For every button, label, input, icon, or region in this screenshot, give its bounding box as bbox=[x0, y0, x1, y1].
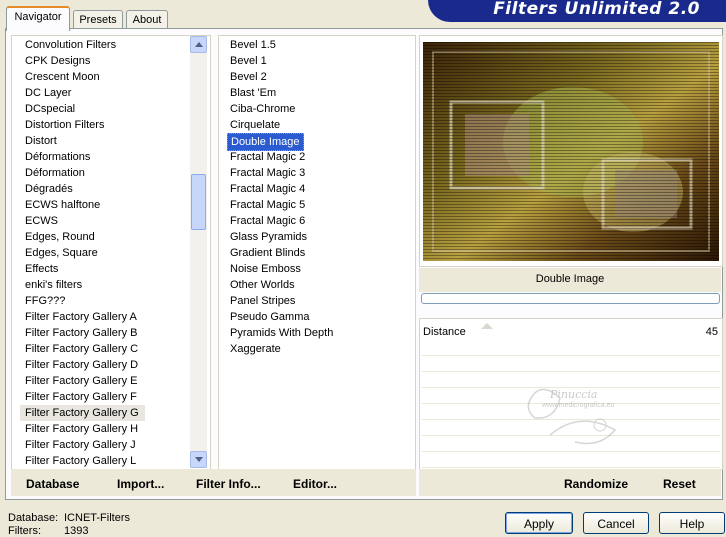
randomize-button[interactable]: Randomize bbox=[564, 477, 628, 491]
reset-button[interactable]: Reset bbox=[663, 477, 696, 491]
tab-navigator-label: Navigator bbox=[14, 11, 62, 23]
watermark-name: Pinuccia bbox=[550, 388, 598, 401]
app-title: Filters Unlimited 2.0 bbox=[493, 0, 700, 19]
apply-button[interactable]: Apply bbox=[505, 512, 573, 534]
category-item[interactable]: Filter Factory Gallery E bbox=[20, 373, 143, 389]
category-item[interactable]: Edges, Square bbox=[20, 245, 104, 261]
param-row-empty bbox=[422, 452, 720, 468]
param-distance-value: 45 bbox=[705, 326, 718, 338]
param-row-empty bbox=[422, 340, 720, 356]
filters-count-value: 1393 bbox=[64, 525, 89, 537]
preview-image bbox=[423, 42, 719, 261]
category-item[interactable]: Distortion Filters bbox=[20, 117, 110, 133]
reset-button-label: Reset bbox=[663, 477, 696, 491]
editor-button-label: Editor... bbox=[293, 477, 338, 491]
filter-item[interactable]: Blast 'Em bbox=[227, 85, 279, 101]
category-item[interactable]: Filter Factory Gallery G bbox=[20, 405, 145, 421]
preview-caption-bar: Double Image bbox=[419, 268, 721, 292]
filter-item[interactable]: Pyramids With Depth bbox=[227, 325, 336, 341]
filter-list[interactable]: Bevel 1.5 Bevel 1 Bevel 2 Blast 'Em Ciba-Chr… bbox=[218, 35, 416, 471]
filter-item[interactable]: Pseudo Gamma bbox=[227, 309, 312, 325]
database-button[interactable]: Database bbox=[26, 477, 79, 491]
category-item[interactable]: DCspecial bbox=[20, 101, 81, 117]
category-item[interactable]: Filter Factory Gallery C bbox=[20, 341, 144, 357]
filter-item[interactable]: Bevel 1 bbox=[227, 53, 270, 69]
category-item[interactable]: enki's filters bbox=[20, 277, 88, 293]
category-item[interactable]: Déformation bbox=[20, 165, 91, 181]
preview-filter-name: Double Image bbox=[535, 273, 605, 285]
preview-graphic bbox=[423, 42, 719, 261]
filter-item[interactable]: Fractal Magic 5 bbox=[227, 197, 308, 213]
category-item[interactable]: Effects bbox=[20, 261, 64, 277]
scroll-thumb[interactable] bbox=[191, 174, 206, 230]
watermark-url: www.medicrografica.eu bbox=[542, 402, 615, 409]
tab-about-label: About bbox=[132, 14, 162, 26]
scroll-down-button[interactable] bbox=[190, 451, 207, 468]
category-item[interactable]: FFG??? bbox=[20, 293, 71, 309]
filter-item[interactable]: Bevel 1.5 bbox=[227, 37, 279, 53]
category-item[interactable]: Distort bbox=[20, 133, 63, 149]
distance-slider-track[interactable] bbox=[481, 323, 694, 329]
tab-about[interactable]: About bbox=[126, 10, 168, 29]
param-distance-label: Distance bbox=[423, 326, 466, 338]
category-item[interactable]: ECWS bbox=[20, 213, 64, 229]
import-button-label: Import... bbox=[117, 477, 165, 491]
category-item[interactable]: Crescent Moon bbox=[20, 69, 106, 85]
tab-presets[interactable]: Presets bbox=[73, 10, 123, 29]
slider-pointer[interactable] bbox=[481, 323, 493, 329]
category-item[interactable]: Filter Factory Gallery J bbox=[20, 437, 142, 453]
filter-item[interactable]: Other Worlds bbox=[227, 277, 298, 293]
help-button[interactable]: Help bbox=[659, 512, 725, 534]
cancel-button[interactable]: Cancel bbox=[583, 512, 649, 534]
category-item[interactable]: Filter Factory Gallery D bbox=[20, 357, 144, 373]
category-item[interactable]: Dégradés bbox=[20, 181, 79, 197]
filters-count-label: Filters: bbox=[8, 525, 41, 537]
tab-presets-label: Presets bbox=[79, 14, 117, 26]
chevron-down-icon bbox=[195, 457, 203, 462]
filter-item[interactable]: Fractal Magic 2 bbox=[227, 149, 308, 165]
watermark-logo: Pinuccia www.medicrografica.eu bbox=[520, 380, 640, 450]
filter-item[interactable]: Gradient Blinds bbox=[227, 245, 308, 261]
category-item[interactable]: Edges, Round bbox=[20, 229, 101, 245]
import-button[interactable]: Import... bbox=[117, 477, 164, 491]
category-item[interactable]: Filter Factory Gallery H bbox=[20, 421, 144, 437]
database-status-value: ICNET-Filters bbox=[64, 512, 130, 524]
category-item[interactable]: ECWS halftone bbox=[20, 197, 106, 213]
tab-navigator[interactable]: Navigator bbox=[6, 6, 70, 31]
filter-item[interactable]: Fractal Magic 4 bbox=[227, 181, 308, 197]
filter-item[interactable]: Bevel 2 bbox=[227, 69, 270, 85]
randomize-button-label: Randomize bbox=[564, 477, 629, 491]
app-banner: Filters Unlimited 2.0 bbox=[428, 0, 726, 22]
category-list[interactable]: Convolution Filters CPK Designs Crescent M… bbox=[11, 35, 211, 471]
progress-bar bbox=[421, 293, 720, 304]
database-button-label: Database bbox=[26, 477, 80, 491]
database-status-label: Database: bbox=[8, 512, 59, 524]
category-item[interactable]: Filter Factory Gallery L bbox=[20, 453, 142, 469]
filter-item[interactable]: Glass Pyramids bbox=[227, 229, 310, 245]
category-item[interactable]: CPK Designs bbox=[20, 53, 96, 69]
filter-item[interactable]: Panel Stripes bbox=[227, 293, 298, 309]
cancel-button-label: Cancel bbox=[597, 517, 635, 531]
filter-item[interactable]: Cirquelate bbox=[227, 117, 283, 133]
filter-item[interactable]: Fractal Magic 6 bbox=[227, 213, 308, 229]
filter-info-button-label: Filter Info... bbox=[196, 477, 261, 491]
apply-button-label: Apply bbox=[523, 517, 555, 531]
help-button-label: Help bbox=[679, 517, 705, 531]
scroll-up-button[interactable] bbox=[190, 36, 207, 53]
filter-item[interactable]: Ciba-Chrome bbox=[227, 101, 298, 117]
category-item[interactable]: Déformations bbox=[20, 149, 96, 165]
category-item[interactable]: Filter Factory Gallery B bbox=[20, 325, 143, 341]
category-scrollbar[interactable] bbox=[190, 36, 207, 468]
category-item[interactable]: DC Layer bbox=[20, 85, 77, 101]
filter-item[interactable]: Xaggerate bbox=[227, 341, 284, 357]
param-row-empty bbox=[422, 356, 720, 372]
chevron-up-icon bbox=[195, 42, 203, 47]
category-item[interactable]: Filter Factory Gallery F bbox=[20, 389, 143, 405]
filter-item[interactable]: Noise Emboss bbox=[227, 261, 304, 277]
category-item[interactable]: Convolution Filters bbox=[20, 37, 122, 53]
editor-button[interactable]: Editor... bbox=[293, 477, 337, 491]
category-item[interactable]: Filter Factory Gallery A bbox=[20, 309, 143, 325]
filter-item[interactable]: Fractal Magic 3 bbox=[227, 165, 308, 181]
filter-info-button[interactable]: Filter Info... bbox=[196, 477, 261, 491]
